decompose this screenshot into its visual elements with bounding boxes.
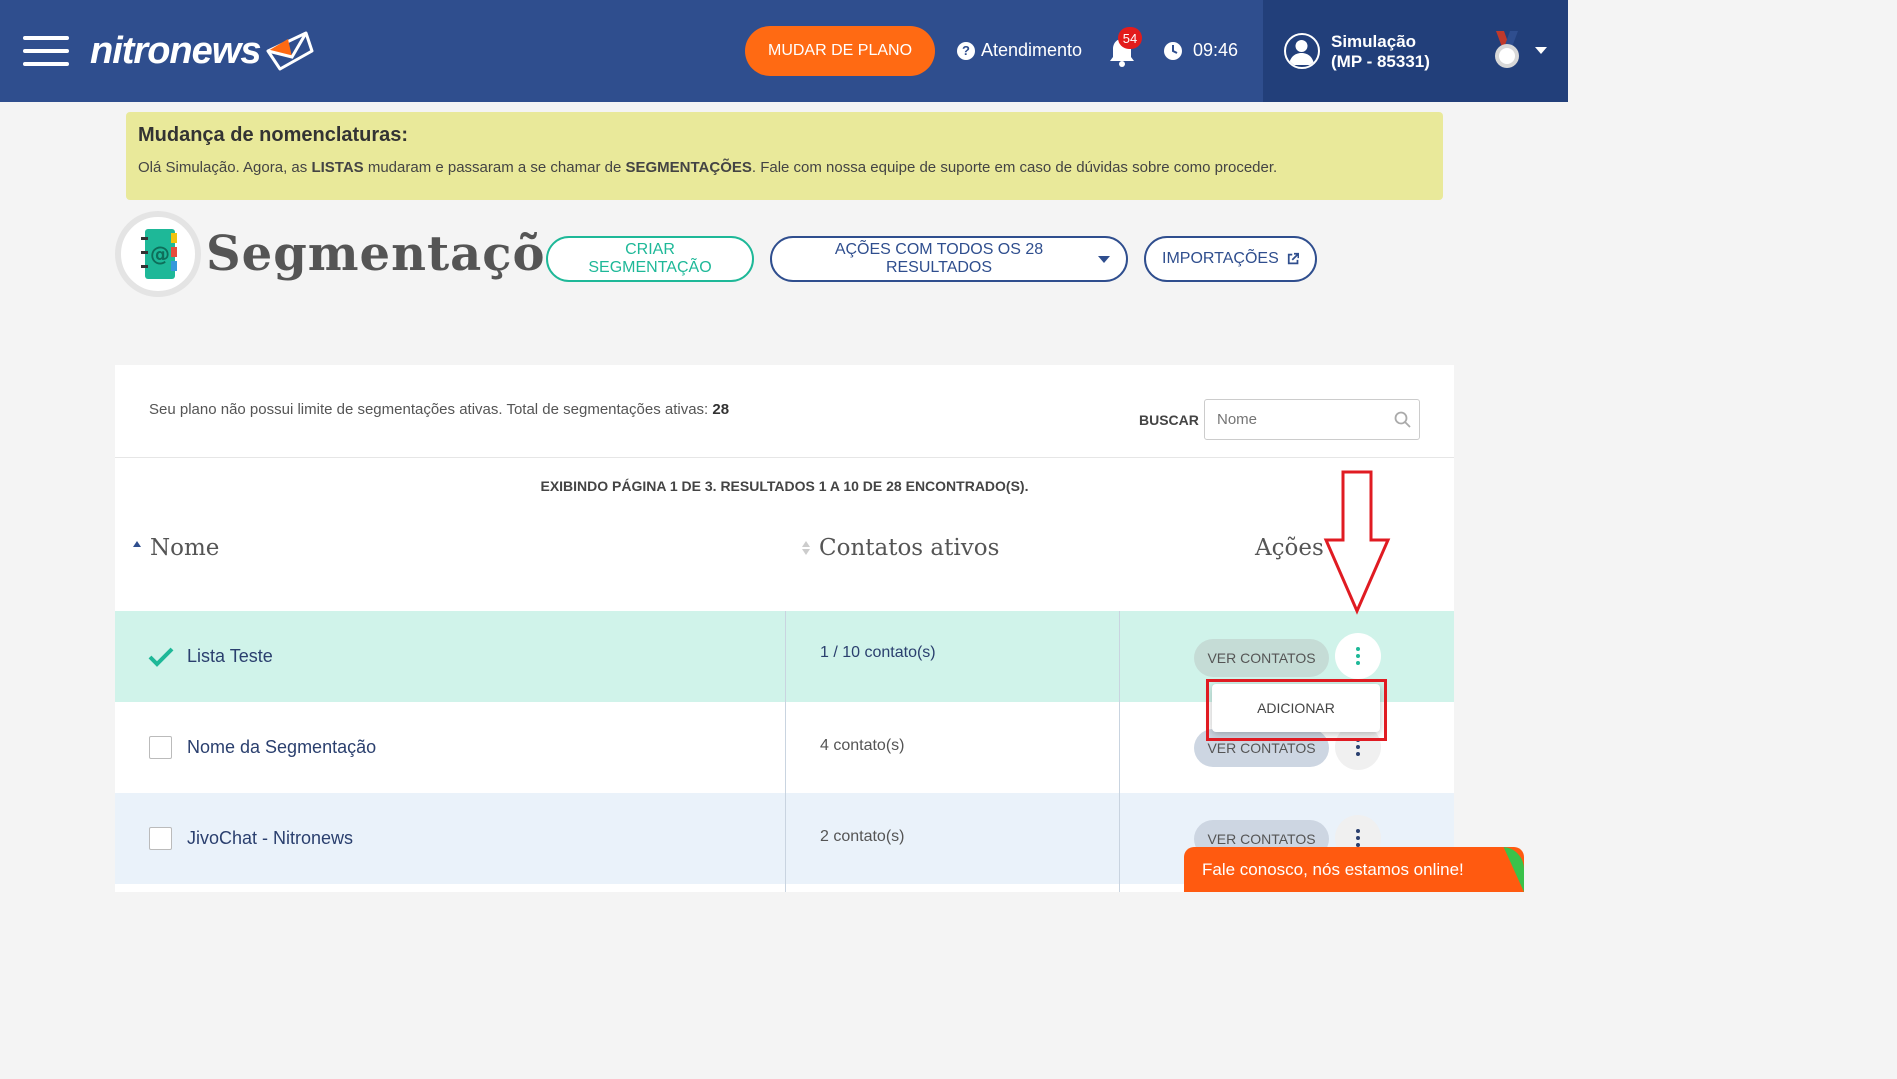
row-name[interactable]: Lista Teste [187, 646, 273, 667]
more-vertical-icon [1356, 646, 1360, 667]
column-divider [1119, 611, 1120, 892]
row-contacts: 1 / 10 contato(s) [820, 644, 936, 661]
logo-text: nitronews [90, 29, 261, 72]
column-header-actions: Ações [1255, 535, 1324, 561]
clock-time: 09:46 [1193, 40, 1239, 60]
page-title: Segmentações [206, 226, 606, 282]
column-divider [785, 611, 786, 892]
envelope-logo-icon [266, 31, 314, 71]
notification-badge: 54 [1118, 27, 1142, 49]
search-icon[interactable] [1394, 411, 1411, 428]
column-header-name[interactable]: Nome [150, 535, 219, 561]
row-name[interactable]: JivoChat - Nitronews [187, 828, 353, 849]
support-link[interactable]: ? Atendimento [957, 40, 1082, 61]
search-label: BUSCAR [1139, 412, 1199, 428]
help-icon: ? [957, 41, 975, 60]
avatar-icon[interactable] [1284, 33, 1320, 69]
logo[interactable]: nitronews [90, 26, 314, 76]
plan-info: Seu plano não possui limite de segmentaç… [149, 401, 730, 418]
search-input[interactable] [1217, 400, 1387, 439]
menu-icon[interactable] [23, 36, 69, 66]
row-checkbox[interactable] [149, 736, 172, 759]
notice-text: Olá Simulação. Agora, as LISTAS mudaram … [138, 159, 1278, 176]
session-clock: 09:46 [1163, 40, 1238, 61]
view-contacts-button[interactable]: VER CONTATOS [1194, 639, 1329, 677]
sort-icon[interactable] [802, 540, 810, 556]
imports-button[interactable]: IMPORTAÇÕES [1144, 236, 1317, 282]
notice-title: Mudança de nomenclaturas: [138, 124, 409, 146]
support-label: Atendimento [981, 40, 1083, 60]
row-checkbox[interactable] [149, 827, 172, 850]
annotation-highlight-box [1206, 679, 1387, 741]
more-vertical-icon [1356, 828, 1360, 849]
medal-icon[interactable] [1492, 31, 1522, 71]
create-segmentation-button[interactable]: CRIAR SEGMENTAÇÃO [546, 236, 754, 282]
sort-asc-icon[interactable] [133, 541, 141, 547]
row-contacts: 2 contato(s) [820, 828, 905, 845]
row-contacts: 4 contato(s) [820, 737, 905, 754]
chat-widget[interactable]: Fale conosco, nós estamos online! [1184, 847, 1524, 892]
column-header-contacts[interactable]: Contatos ativos [819, 535, 999, 561]
chat-label: Fale conosco, nós estamos online! [1202, 859, 1464, 879]
more-actions-button[interactable] [1335, 633, 1381, 679]
address-book-icon: @ [115, 211, 201, 297]
nomenclature-notice: Mudança de nomenclaturas: Olá Simulação.… [126, 112, 1443, 200]
user-id: (MP - 85331) [1331, 52, 1430, 71]
row-name[interactable]: Nome da Segmentação [187, 737, 376, 758]
divider [115, 457, 1454, 458]
svg-text:@: @ [150, 242, 170, 266]
change-plan-button[interactable]: MUDAR DE PLANO [745, 26, 935, 76]
user-name: Simulação [1331, 32, 1417, 51]
user-info[interactable]: Simulação (MP - 85331) [1331, 32, 1430, 72]
clock-icon [1164, 41, 1182, 60]
caret-down-icon [1098, 255, 1110, 263]
chevron-down-icon[interactable] [1535, 47, 1547, 55]
check-icon[interactable] [148, 646, 174, 668]
pagination-info: EXIBINDO PÁGINA 1 DE 3. RESULTADOS 1 A 1… [540, 478, 1029, 494]
external-link-icon [1287, 252, 1299, 265]
arrow-down-annotation-icon [1323, 470, 1391, 615]
search-field[interactable] [1204, 399, 1420, 440]
bulk-actions-button[interactable]: AÇÕES COM TODOS OS 28 RESULTADOS [770, 236, 1128, 282]
